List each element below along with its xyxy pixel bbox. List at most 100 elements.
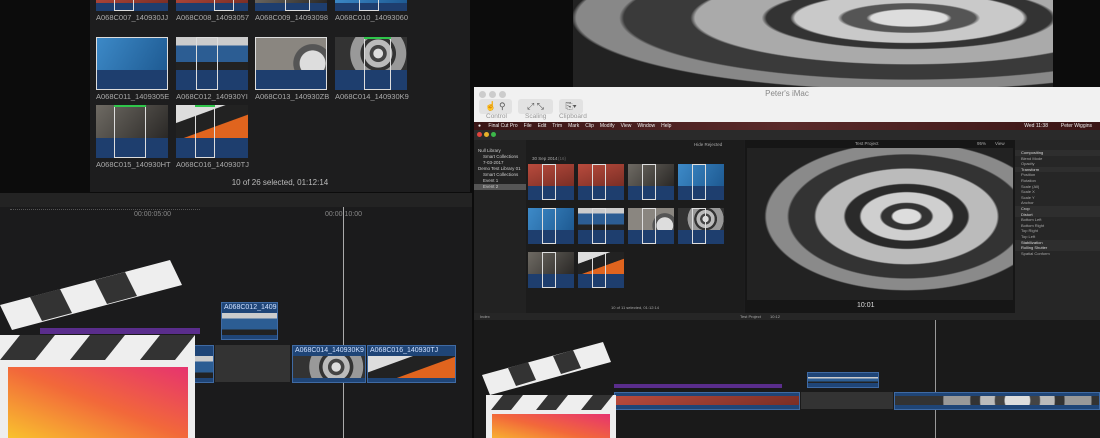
gap-clip[interactable] bbox=[801, 392, 893, 409]
clip-thumbnail[interactable] bbox=[628, 208, 674, 244]
playhead[interactable] bbox=[343, 207, 344, 438]
menu-bar: ● Final Cut Pro File Edit Trim Mark Clip Modif… bbox=[474, 122, 1100, 130]
selection-range[interactable] bbox=[542, 164, 556, 200]
connected-clip[interactable]: A068C012_140930YI bbox=[221, 302, 278, 340]
selection-range[interactable] bbox=[692, 208, 706, 244]
timeline-clip[interactable] bbox=[614, 392, 800, 410]
clip-thumbnail[interactable]: A068C011_1409305E bbox=[96, 37, 169, 101]
timeline-clip[interactable]: A068C016_140930TJ bbox=[367, 345, 456, 383]
menu-user[interactable]: Peter Wiggins bbox=[1061, 122, 1092, 130]
date-group[interactable]: 30 Sep 2014 bbox=[532, 156, 558, 161]
clip-thumbnail[interactable] bbox=[678, 164, 724, 200]
selection-range[interactable] bbox=[692, 164, 706, 200]
clip-thumbnail[interactable]: A068C015_140930HT bbox=[96, 105, 171, 169]
menu-window[interactable]: Window bbox=[637, 123, 655, 129]
audio-waveform bbox=[176, 3, 248, 11]
selection-range[interactable] bbox=[195, 105, 215, 158]
selection-range[interactable] bbox=[364, 37, 391, 90]
apple-icon[interactable]: ● bbox=[478, 123, 481, 129]
selection-range[interactable] bbox=[642, 164, 656, 200]
libraries-sidebar: Null Library Smart Collections 7-03-2017 De… bbox=[474, 140, 526, 313]
view-menu[interactable]: View bbox=[995, 141, 1005, 146]
timecode-display[interactable]: 10:01 bbox=[857, 302, 875, 309]
gap-clip[interactable] bbox=[215, 345, 290, 382]
selection-range[interactable] bbox=[114, 0, 134, 11]
timeline-project: Test Project bbox=[740, 314, 761, 319]
title-clip[interactable] bbox=[614, 384, 782, 388]
clip-name: A068C012_140930YI bbox=[176, 92, 248, 101]
clip-thumbnail[interactable] bbox=[578, 164, 624, 200]
ruler-label: 00:00:05:00 bbox=[134, 211, 171, 218]
viewer-frame bbox=[747, 148, 1013, 300]
menu-modify[interactable]: Modify bbox=[600, 123, 615, 129]
selection-range[interactable] bbox=[214, 0, 234, 11]
hide-rejected-menu[interactable]: Hide Rejected bbox=[694, 142, 722, 147]
library-item[interactable]: Event 2 bbox=[474, 184, 526, 190]
clip-thumbnail[interactable] bbox=[528, 164, 574, 200]
wheel-photo bbox=[573, 0, 1053, 90]
menu-clip[interactable]: Clip bbox=[585, 123, 594, 129]
clip-name: A068C016_140930TJ bbox=[176, 160, 249, 169]
menu-help[interactable]: Help bbox=[661, 123, 671, 129]
clip-thumbnail[interactable] bbox=[578, 208, 624, 244]
clip-thumbnail[interactable]: A068C008_14093057 bbox=[176, 0, 249, 22]
selection-range[interactable] bbox=[542, 208, 556, 244]
selection-range[interactable] bbox=[359, 0, 379, 11]
clip-filmstrip bbox=[368, 356, 455, 378]
clip-filmstrip bbox=[808, 377, 878, 383]
viewer-zoom[interactable]: 95% bbox=[977, 141, 986, 146]
menu-edit[interactable]: Edit bbox=[538, 123, 547, 129]
clip-thumbnail[interactable]: A068C014_140930K9 bbox=[335, 37, 409, 101]
clip-thumbnail[interactable]: A068C007_140930JJ bbox=[96, 0, 168, 22]
menu-mark[interactable]: Mark bbox=[568, 123, 579, 129]
menu-clock[interactable]: Wed 11:38 bbox=[1024, 122, 1048, 130]
menu-final-cut-pro[interactable]: Final Cut Pro bbox=[488, 123, 517, 129]
clip-thumbnail[interactable] bbox=[528, 252, 574, 288]
clip-thumbnail[interactable]: A068C013_140930ZB bbox=[255, 37, 329, 101]
clipboard-label: Clipboard bbox=[559, 113, 587, 120]
control-buttons[interactable]: ☝ ⚲ bbox=[479, 99, 512, 114]
close-button[interactable] bbox=[477, 132, 482, 137]
favorite-marker bbox=[364, 37, 391, 39]
selection-range[interactable] bbox=[196, 37, 218, 90]
zoom-button[interactable] bbox=[491, 132, 496, 137]
clip-thumbnail[interactable]: A068C012_140930YI bbox=[176, 37, 248, 101]
selection-range[interactable] bbox=[592, 164, 606, 200]
selection-range[interactable] bbox=[114, 105, 146, 158]
selection-range[interactable] bbox=[96, 37, 168, 90]
scaling-buttons[interactable]: ⤢ ⤡ bbox=[518, 99, 553, 114]
date-count: (16) bbox=[558, 156, 567, 161]
selection-range[interactable] bbox=[285, 0, 310, 11]
playhead[interactable] bbox=[935, 320, 936, 438]
clip-name: A068C007_140930JJ bbox=[96, 13, 169, 22]
clip-thumbnail[interactable] bbox=[528, 208, 574, 244]
clip-thumbnail[interactable]: A068C010_14093060 bbox=[335, 0, 408, 22]
clip-thumbnail[interactable] bbox=[578, 252, 624, 288]
timeline-clip[interactable] bbox=[894, 392, 1100, 410]
fcp-browser-status: 10 of 11 selected, 01:12:14 bbox=[611, 305, 659, 310]
clipboard-button[interactable]: ⎘▾ bbox=[559, 99, 583, 114]
timeline-clip[interactable]: A068C014_140930K9 bbox=[292, 345, 366, 383]
timeline-scroll[interactable] bbox=[10, 209, 200, 211]
fcp-browser: Hide Rejected 30 Sep 2014 (16) 10 of 11 … bbox=[526, 140, 744, 313]
window-titlebar: Peter's iMac ☝ ⚲ ⤢ ⤡ ⎘▾ Control Scaling … bbox=[474, 87, 1100, 122]
clip-thumbnail[interactable] bbox=[628, 164, 674, 200]
clip-name: A068C009_14093098 bbox=[255, 13, 328, 22]
clip-thumbnail[interactable]: A068C009_14093098 bbox=[255, 0, 328, 22]
selection-range[interactable] bbox=[642, 208, 656, 244]
selection-range[interactable] bbox=[592, 208, 606, 244]
selection-range[interactable] bbox=[542, 252, 556, 288]
index-button[interactable]: Index bbox=[480, 314, 490, 319]
selection-range[interactable] bbox=[592, 252, 606, 288]
selection-range[interactable] bbox=[255, 37, 327, 90]
clip-name: A068C008_14093057 bbox=[176, 13, 249, 22]
clip-name: A068C011_1409305E bbox=[96, 92, 170, 101]
menu-file[interactable]: File bbox=[524, 123, 532, 129]
menu-view[interactable]: View bbox=[621, 123, 632, 129]
menu-trim[interactable]: Trim bbox=[552, 123, 562, 129]
connected-clip[interactable] bbox=[807, 372, 879, 388]
minimize-button[interactable] bbox=[484, 132, 489, 137]
inspector-row[interactable]: Spatial Conform bbox=[1015, 251, 1100, 257]
clip-thumbnail[interactable] bbox=[678, 208, 724, 244]
clip-thumbnail[interactable]: A068C016_140930TJ bbox=[176, 105, 249, 169]
